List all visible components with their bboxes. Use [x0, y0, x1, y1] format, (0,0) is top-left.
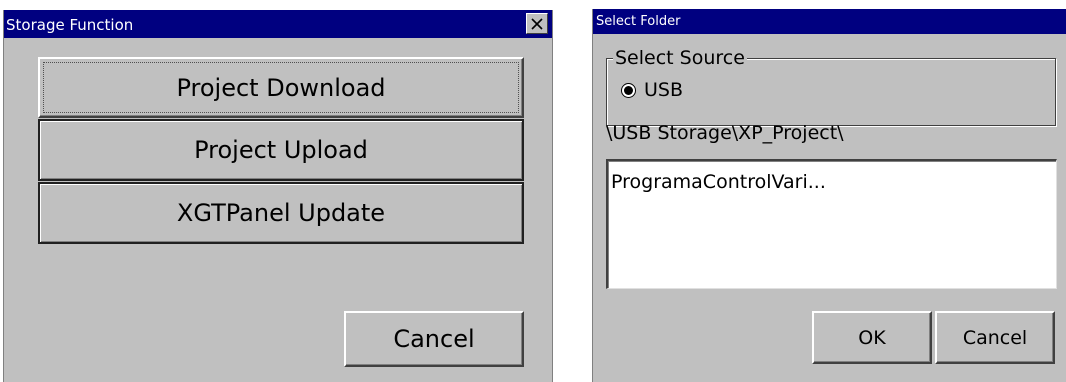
select-folder-dialog: Select Folder Select Source USB \USB Sto… [592, 9, 1066, 382]
folder-cancel-button[interactable]: Cancel [935, 311, 1055, 364]
project-download-button[interactable]: Project Download [38, 57, 524, 118]
usb-radio-label: USB [644, 79, 684, 101]
project-download-label: Project Download [176, 73, 386, 102]
folder-dialog-title: Select Folder [596, 14, 681, 29]
cancel-button[interactable]: Cancel [344, 311, 524, 367]
close-icon [531, 17, 543, 30]
close-button[interactable] [526, 13, 548, 34]
folder-listbox[interactable]: ProgramaControlVari... [606, 159, 1057, 289]
list-item[interactable]: ProgramaControlVari... [611, 171, 826, 193]
ok-label: OK [858, 326, 886, 349]
xgtpanel-update-label: XGTPanel Update [176, 199, 386, 227]
cancel-label: Cancel [393, 325, 475, 353]
ok-button[interactable]: OK [812, 311, 932, 364]
storage-dialog-title: Storage Function [6, 16, 134, 34]
select-source-group: Select Source USB [606, 47, 1056, 126]
current-path: \USB Storage\XP_Project\ [606, 122, 844, 144]
select-source-label: Select Source [613, 47, 747, 69]
folder-cancel-label: Cancel [962, 326, 1028, 349]
radio-dot-icon [624, 85, 633, 95]
storage-function-dialog: Storage Function Project Download Projec… [3, 10, 553, 382]
folder-dialog-titlebar[interactable]: Select Folder [593, 9, 1066, 34]
usb-radio-option[interactable]: USB [621, 79, 683, 101]
xgtpanel-update-button[interactable]: XGTPanel Update [38, 182, 524, 244]
project-upload-label: Project Upload [194, 136, 368, 164]
project-upload-button[interactable]: Project Upload [38, 119, 524, 181]
radio-selected-icon[interactable] [621, 82, 636, 98]
storage-dialog-titlebar[interactable]: Storage Function [4, 10, 552, 38]
